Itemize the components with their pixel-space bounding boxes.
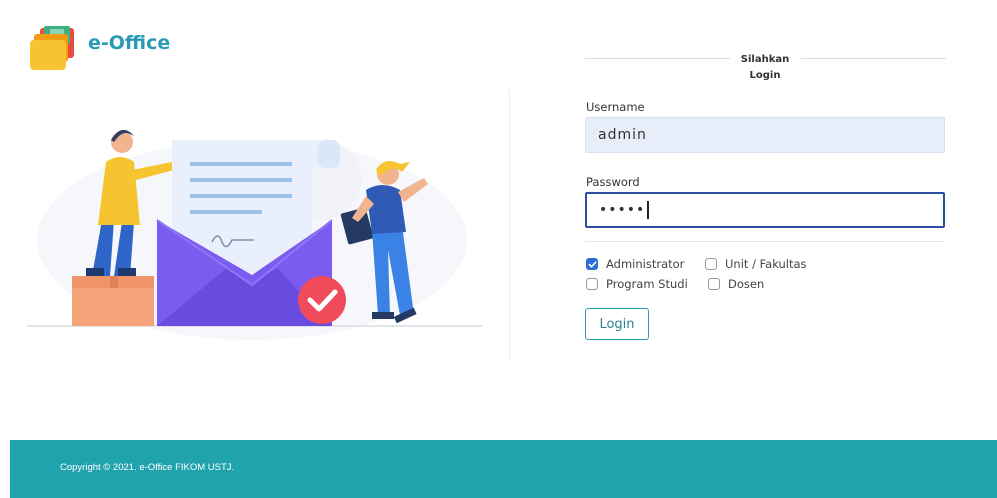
text-caret (647, 201, 649, 219)
vertical-divider (509, 90, 510, 362)
role-dosen-label: Dosen (728, 277, 765, 291)
title-divider-left (585, 58, 730, 59)
checkbox-empty-icon (586, 278, 598, 290)
username-label: Username (586, 100, 645, 114)
login-title-line1: Silahkan (740, 54, 790, 65)
login-title-line2: Login (749, 70, 781, 81)
brand-name: e-Office (88, 32, 171, 54)
password-label: Password (586, 175, 640, 189)
footer: Copyright © 2021. e-Office FIKOM USTJ. (10, 440, 997, 498)
brand: e-Office (30, 26, 170, 70)
checkbox-empty-icon (705, 258, 717, 270)
password-input[interactable]: ••••• (585, 192, 945, 228)
copyright-text: Copyright © 2021. e-Office FIKOM USTJ. (60, 462, 235, 473)
role-unit-fakultas-label: Unit / Fakultas (725, 257, 807, 271)
username-input[interactable]: admin (585, 117, 945, 153)
form-divider (585, 241, 945, 242)
role-dosen-checkbox[interactable]: Dosen (708, 277, 764, 291)
hero-illustration (22, 100, 492, 360)
checkbox-checked-icon (586, 258, 598, 270)
role-program-studi-label: Program Studi (606, 277, 688, 291)
username-value: admin (598, 127, 647, 143)
role-program-studi-checkbox[interactable]: Program Studi (586, 277, 688, 291)
password-value: ••••• (599, 202, 646, 218)
login-button[interactable]: Login (585, 308, 649, 340)
checkbox-empty-icon (708, 278, 720, 290)
folder-logo-icon (30, 26, 76, 70)
role-administrator-checkbox[interactable]: Administrator (586, 257, 684, 271)
role-administrator-label: Administrator (606, 257, 685, 271)
title-divider-right (801, 58, 946, 59)
login-title: Silahkan Login (733, 52, 797, 84)
role-unit-fakultas-checkbox[interactable]: Unit / Fakultas (705, 257, 807, 271)
